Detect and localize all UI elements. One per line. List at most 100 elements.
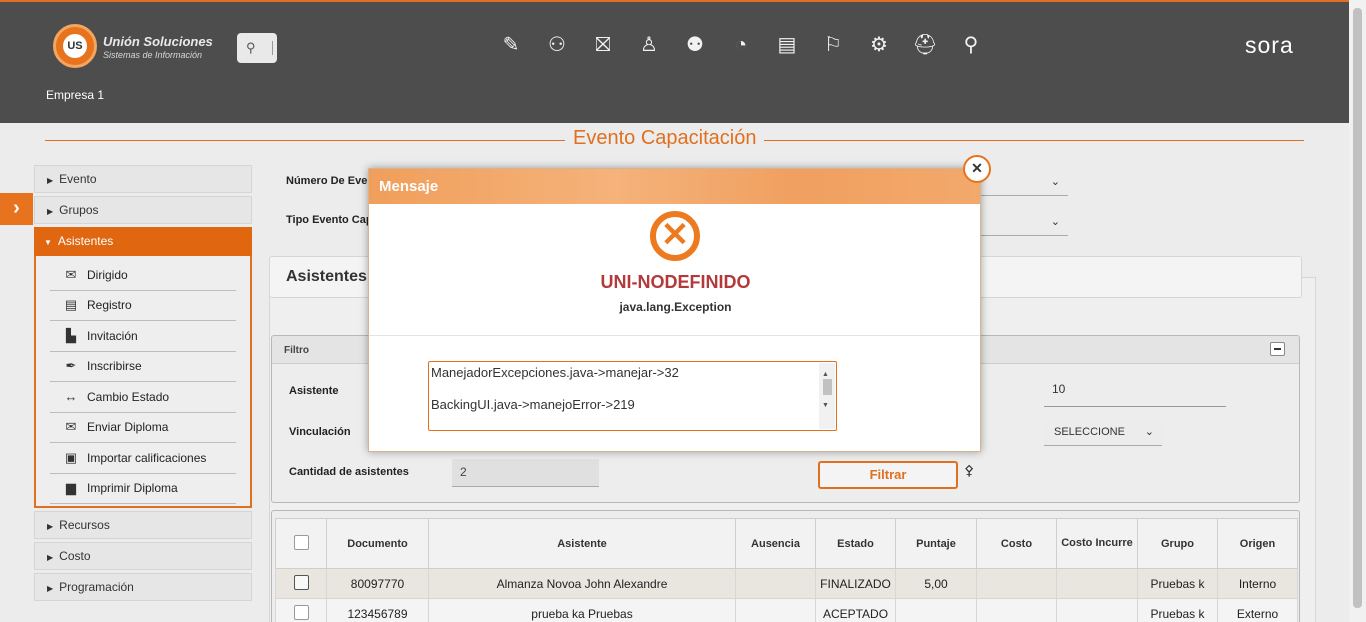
medical-bag-icon[interactable]: ⛑ — [902, 30, 948, 60]
trace-line: ManejadorExcepciones.java->manejar->32 — [431, 365, 679, 380]
row-select-cell[interactable] — [275, 568, 327, 599]
sidebar-item-evento[interactable]: ▶ Evento — [34, 165, 252, 193]
tipo-evento-label: Tipo Evento Cap — [286, 214, 373, 226]
sidebar-item-label: Programación — [59, 580, 134, 594]
asistente-cell: Almanza Novoa John Alexandre — [428, 568, 736, 599]
logo-subtitle: Sistemas de Información — [103, 50, 203, 60]
sidebar-toggle-chevron-icon[interactable]: › — [0, 193, 33, 225]
chevron-down-icon: ⌄ — [1050, 176, 1060, 188]
costo-cell — [976, 598, 1057, 622]
gears-icon[interactable]: ⚙ — [856, 30, 902, 60]
costo-incurre-cell — [1056, 598, 1138, 622]
brand-logo: sora — [1245, 32, 1294, 58]
select-all-checkbox[interactable] — [293, 534, 309, 550]
sidebar-item-recursos[interactable]: ▶ Recursos — [34, 511, 252, 539]
stack-trace-textarea[interactable]: ManejadorExcepciones.java->manejar->32 B… — [428, 361, 837, 431]
submenu-item[interactable]: ✉ Enviar Diploma — [50, 413, 236, 443]
submenu-item[interactable]: ▆ Imprimir Diploma — [50, 474, 236, 504]
submenu-item[interactable]: ✉ Dirigido — [50, 260, 236, 291]
document-edit-icon[interactable]: ✎ — [488, 30, 534, 60]
chevron-down-icon: ⌄ — [1144, 426, 1154, 438]
document-icon: ▙ — [66, 327, 76, 343]
submenu-item[interactable]: ▙ Invitación — [50, 321, 236, 352]
arrows-icon: ↔ — [64, 389, 78, 405]
logo-mark-text: US — [63, 34, 87, 58]
rows-count-input[interactable]: 10 — [1044, 377, 1226, 407]
estado-cell: FINALIZADO — [815, 568, 896, 599]
asistente-filter-label: Asistente — [289, 385, 339, 397]
sidebar-item-grupos[interactable]: ▶ Grupos — [34, 196, 252, 224]
submenu-item-label: Importar calificaciones — [87, 450, 207, 465]
page-scrollbar[interactable] — [1349, 0, 1366, 622]
table-row[interactable]: 80097770 Almanza Novoa John Alexandre FI… — [275, 568, 1298, 599]
textarea-scroll-thumb[interactable] — [823, 379, 832, 395]
column-header[interactable]: Puntaje — [895, 518, 977, 569]
scroll-down-icon[interactable]: ▼ — [822, 398, 829, 414]
stopwatch-icon[interactable]: ◔ — [718, 30, 764, 60]
column-header[interactable]: Estado — [815, 518, 896, 569]
column-header[interactable]: Asistente — [428, 518, 736, 569]
submenu-item-label: Cambio Estado — [87, 389, 170, 404]
column-header[interactable]: Grupo — [1137, 518, 1218, 569]
submenu-item[interactable]: ▣ Importar calificaciones — [50, 443, 236, 474]
row-checkbox[interactable] — [293, 604, 309, 620]
user-card-icon[interactable]: ⚉ — [672, 30, 718, 60]
header-search-button[interactable]: ⚲ — [237, 33, 277, 63]
user-shield-icon[interactable]: ⚇ — [534, 30, 580, 60]
column-header[interactable]: Ausencia — [735, 518, 816, 569]
select-value: SELECCIONE — [1054, 426, 1125, 438]
asistente-cell: prueba ka Pruebas — [428, 598, 736, 622]
documento-cell: 123456789 — [326, 598, 429, 622]
vinculacion-filter-label: Vinculación — [289, 426, 351, 438]
table-row[interactable]: 123456789 prueba ka Pruebas ACEPTADO Pru… — [275, 598, 1298, 622]
sidebar-item-label: Recursos — [59, 518, 110, 532]
submenu-item[interactable]: ✒ Inscribirse — [50, 352, 236, 382]
column-header[interactable]: Costo Incurre — [1056, 518, 1138, 569]
tipo-evento-select[interactable]: ⌄ — [975, 209, 1068, 236]
sidebar-item-asistentes[interactable]: ▼ Asistentes — [34, 227, 252, 256]
documento-cell: 80097770 — [326, 568, 429, 599]
search-people-icon[interactable]: ⚲ — [948, 30, 994, 60]
form-icon: ▤ — [64, 297, 78, 313]
scrollbar-thumb[interactable] — [1353, 8, 1362, 608]
row-checkbox[interactable] — [293, 574, 309, 590]
submenu-item[interactable]: ↔ Cambio Estado — [50, 382, 236, 413]
org-chart-icon[interactable]: ♙ — [626, 30, 672, 60]
gift-icon[interactable]: ⛝ — [580, 30, 626, 60]
costo-incurre-cell — [1056, 568, 1138, 599]
module-icon-bar: ✎ ⚇ ⛝ ♙ ⚉ ◔ ▤ ⚐ ⚙ ⛑ ⚲ — [488, 30, 994, 60]
report-icon[interactable]: ▤ — [764, 30, 810, 60]
column-header[interactable]: Documento — [326, 518, 429, 569]
filtrar-button[interactable]: Filtrar — [818, 461, 958, 489]
collapse-minus-icon[interactable] — [1270, 342, 1285, 356]
ausencia-cell — [735, 598, 816, 622]
caret-right-icon: ▶ — [47, 207, 54, 216]
estado-cell: ACEPTADO — [815, 598, 896, 622]
presenter-icon[interactable]: ⚐ — [810, 30, 856, 60]
sidebar-item-programacion[interactable]: ▶ Programación — [34, 573, 252, 601]
submenu-item-label: Invitación — [87, 328, 138, 343]
puntaje-cell: 5,00 — [895, 568, 977, 599]
caret-right-icon: ▶ — [47, 584, 54, 593]
column-header[interactable]: Costo — [976, 518, 1057, 569]
company-logo[interactable]: US Unión Soluciones Sistemas de Informac… — [53, 24, 223, 68]
row-select-cell[interactable] — [275, 598, 327, 622]
company-name: Empresa 1 — [46, 88, 105, 102]
column-header[interactable]: Origen — [1217, 518, 1298, 569]
vinculacion-select[interactable]: SELECCIONE ⌄ — [1044, 419, 1162, 446]
submenu-item-label: Inscribirse — [87, 359, 142, 374]
error-exception: java.lang.Exception — [619, 300, 732, 314]
caret-down-icon: ▼ — [44, 238, 52, 247]
printer-icon: ▆ — [66, 480, 76, 496]
close-icon[interactable]: ✕ — [963, 155, 991, 183]
textarea-scrollbar[interactable]: ▲ ▼ — [819, 363, 835, 429]
grupo-cell: Pruebas k — [1137, 568, 1218, 599]
asistentes-submenu: ✉ Dirigido ▤ Registro ▙ Invitación ✒ Inscribirs… — [34, 256, 252, 508]
asistentes-panel-title: Asistentes — [286, 268, 367, 285]
clear-filter-broom-icon[interactable]: ⚴ — [964, 462, 974, 479]
submenu-item[interactable]: ▤ Registro — [50, 291, 236, 321]
origen-cell: Externo — [1217, 598, 1298, 622]
select-all-header[interactable] — [275, 518, 327, 569]
cantidad-asistentes-field: 2 — [452, 459, 599, 487]
sidebar-item-costo[interactable]: ▶ Costo — [34, 542, 252, 570]
